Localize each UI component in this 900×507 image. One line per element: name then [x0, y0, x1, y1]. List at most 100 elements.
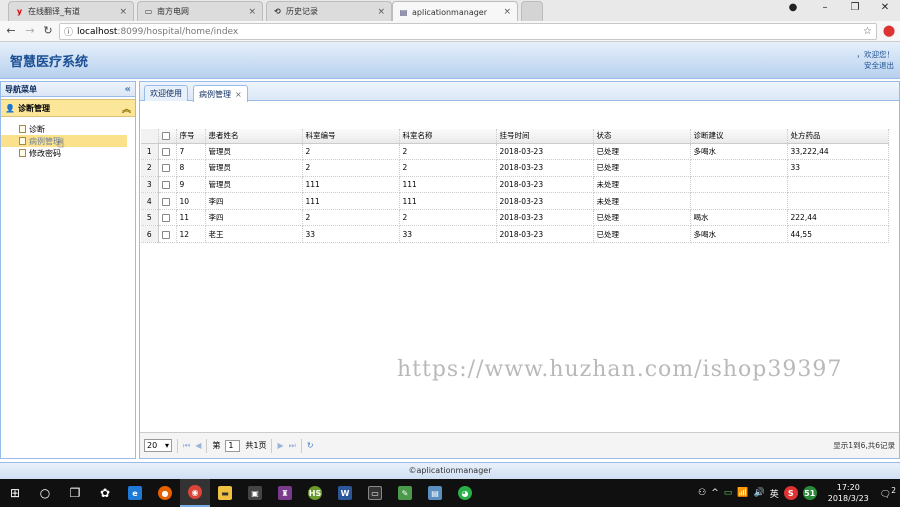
- battery-icon[interactable]: ▭: [724, 488, 733, 498]
- table-row[interactable]: 6 12 老王 33 33 2018-03-23 已处理 多喝水 44,55: [141, 225, 889, 244]
- table-cell: 111: [399, 192, 497, 210]
- sidebar-item-change-password[interactable]: 修改密码: [1, 147, 135, 159]
- tab-welcome[interactable]: 欢迎使用: [144, 85, 188, 101]
- column-header[interactable]: 处方药品: [787, 129, 889, 144]
- table-row[interactable]: 1 7 管理员 2 2 2018-03-23 已处理 多喝水 33,222,44: [141, 143, 889, 161]
- column-header[interactable]: 状态: [593, 129, 691, 144]
- table-cell: 老王: [205, 225, 303, 244]
- page-number-input[interactable]: 1: [225, 439, 241, 452]
- firefox-icon[interactable]: ●: [150, 479, 180, 507]
- prev-page-icon[interactable]: ◀: [195, 441, 201, 450]
- sidebar-item-label: 诊断: [29, 124, 45, 134]
- last-page-icon[interactable]: ⏭: [289, 441, 296, 451]
- clock[interactable]: 17:20 2018/3/23: [828, 482, 869, 504]
- close-window-icon[interactable]: ✕: [877, 2, 893, 13]
- edge-icon[interactable]: e: [120, 479, 150, 507]
- chevron-up-icon[interactable]: ︽: [122, 102, 131, 115]
- table-cell: 2018-03-23: [496, 209, 594, 227]
- store-icon[interactable]: ▣: [240, 479, 270, 507]
- table-cell: 2: [399, 143, 497, 161]
- row-checkbox[interactable]: [158, 176, 177, 194]
- accordion-header[interactable]: 👤 诊断管理 ︽: [1, 99, 135, 117]
- new-tab-button[interactable]: [521, 1, 543, 21]
- clock-time: 17:20: [836, 483, 860, 492]
- chrome-icon[interactable]: ◉: [180, 479, 210, 507]
- logout-link[interactable]: 安全退出: [857, 60, 894, 71]
- pagination-bar: 20 ▾ ⏮ ◀ 第 1 共1页 ▶ ⏭ ↻ 显示1到6,共6记录: [140, 432, 899, 458]
- table-cell: 9: [176, 176, 206, 194]
- browser-tab-history[interactable]: ⟲ 历史记录 ×: [266, 1, 392, 21]
- column-header[interactable]: 诊断建议: [690, 129, 788, 144]
- url-input[interactable]: ⓘ localhost:8099/hospital/home/index ☆: [59, 23, 877, 40]
- minimize-icon[interactable]: –: [817, 2, 833, 13]
- close-icon[interactable]: ×: [235, 90, 242, 99]
- case-table: 序号 患者姓名 科室编号 科室名称 挂号时间 状态 诊断建议 处方药品 1 7 管理…: [141, 129, 889, 244]
- start-icon[interactable]: ⊞: [0, 479, 30, 507]
- app-icon[interactable]: ✿: [90, 479, 120, 507]
- chevron-up-icon[interactable]: ^: [711, 488, 719, 498]
- column-header[interactable]: 患者姓名: [205, 129, 303, 144]
- row-checkbox[interactable]: [158, 225, 177, 244]
- close-icon[interactable]: ×: [119, 7, 127, 17]
- bookmark-star-icon[interactable]: ☆: [863, 26, 872, 37]
- browser-tab-power-grid[interactable]: ▭ 南方电网 ×: [137, 1, 263, 21]
- row-checkbox[interactable]: [158, 159, 177, 177]
- column-header[interactable]: 序号: [176, 129, 206, 144]
- table-cell: 33: [302, 225, 400, 244]
- file-explorer-icon[interactable]: ▬: [210, 479, 240, 507]
- search-icon[interactable]: ○: [30, 479, 60, 507]
- forward-icon[interactable]: →: [23, 24, 37, 37]
- refresh-icon[interactable]: ↻: [307, 441, 314, 450]
- close-icon[interactable]: ×: [377, 7, 385, 17]
- column-header[interactable]: 科室编号: [302, 129, 400, 144]
- back-icon[interactable]: ←: [4, 24, 18, 37]
- grid-toolbar: [140, 101, 899, 127]
- browser-tab-title: aplicationmanager: [412, 7, 488, 17]
- column-header[interactable]: 科室名称: [399, 129, 497, 144]
- browser-tab-strip: y 在线翻译_有道 × ▭ 南方电网 × ⟲ 历史记录 × ▤ aplicati…: [0, 0, 900, 22]
- next-page-icon[interactable]: ▶: [277, 441, 283, 450]
- column-header[interactable]: 挂号时间: [496, 129, 594, 144]
- game-icon[interactable]: ♜: [270, 479, 300, 507]
- maximize-icon[interactable]: ❐: [847, 2, 863, 13]
- ime-indicator[interactable]: 英: [770, 487, 779, 500]
- close-icon[interactable]: ×: [503, 7, 511, 17]
- network-icon[interactable]: 📶: [737, 488, 748, 498]
- antivirus-icon[interactable]: S: [783, 486, 798, 500]
- wechat-icon[interactable]: ◕: [450, 479, 480, 507]
- first-page-icon[interactable]: ⏮: [183, 441, 190, 451]
- reload-icon[interactable]: ↻: [41, 24, 55, 37]
- table-cell: [787, 192, 889, 210]
- table-row[interactable]: 4 10 李四 111 111 2018-03-23 未处理: [141, 192, 889, 210]
- table-row[interactable]: 3 9 管理员 111 111 2018-03-23 未处理: [141, 176, 889, 194]
- notification-icon[interactable]: 🗨2: [880, 486, 896, 500]
- volume-icon[interactable]: 🔊: [754, 488, 765, 498]
- page-size-select[interactable]: 20 ▾: [144, 439, 172, 452]
- row-checkbox[interactable]: [158, 192, 177, 210]
- browser-tab-title: 在线翻译_有道: [28, 7, 80, 16]
- user-icon[interactable]: ●: [785, 2, 801, 13]
- browser-tab-app[interactable]: ▤ aplicationmanager ×: [392, 1, 518, 22]
- hs-app-icon[interactable]: HS: [300, 479, 330, 507]
- app-tray-icon[interactable]: 51: [802, 486, 817, 500]
- sidebar-title: 导航菜单 «: [1, 82, 135, 97]
- browser-tab-youdao[interactable]: y 在线翻译_有道 ×: [8, 1, 134, 21]
- sidebar-item-diagnosis[interactable]: 诊断: [1, 123, 135, 135]
- editor-icon[interactable]: ✎: [390, 479, 420, 507]
- row-checkbox[interactable]: [158, 143, 177, 161]
- select-all-checkbox[interactable]: [158, 129, 177, 144]
- notepad-icon[interactable]: ▤: [420, 479, 450, 507]
- chevron-down-icon: ▾: [164, 441, 169, 450]
- word-icon[interactable]: W: [330, 479, 360, 507]
- table-row[interactable]: 2 8 管理员 2 2 2018-03-23 已处理 33: [141, 159, 889, 177]
- people-icon[interactable]: ⚇: [698, 488, 706, 498]
- tab-case-management[interactable]: 病例管理 ×: [193, 85, 248, 102]
- extension-icon[interactable]: ⬤: [882, 24, 896, 37]
- task-view-icon[interactable]: ❐: [60, 479, 90, 507]
- close-icon[interactable]: ×: [248, 7, 256, 17]
- table-row[interactable]: 5 11 李四 2 2 2018-03-23 已处理 喝水 222,44: [141, 209, 889, 227]
- table-cell: 管理员: [205, 159, 303, 177]
- terminal-icon[interactable]: ▭: [360, 479, 390, 507]
- row-checkbox[interactable]: [158, 209, 177, 227]
- collapse-icon[interactable]: «: [125, 84, 131, 95]
